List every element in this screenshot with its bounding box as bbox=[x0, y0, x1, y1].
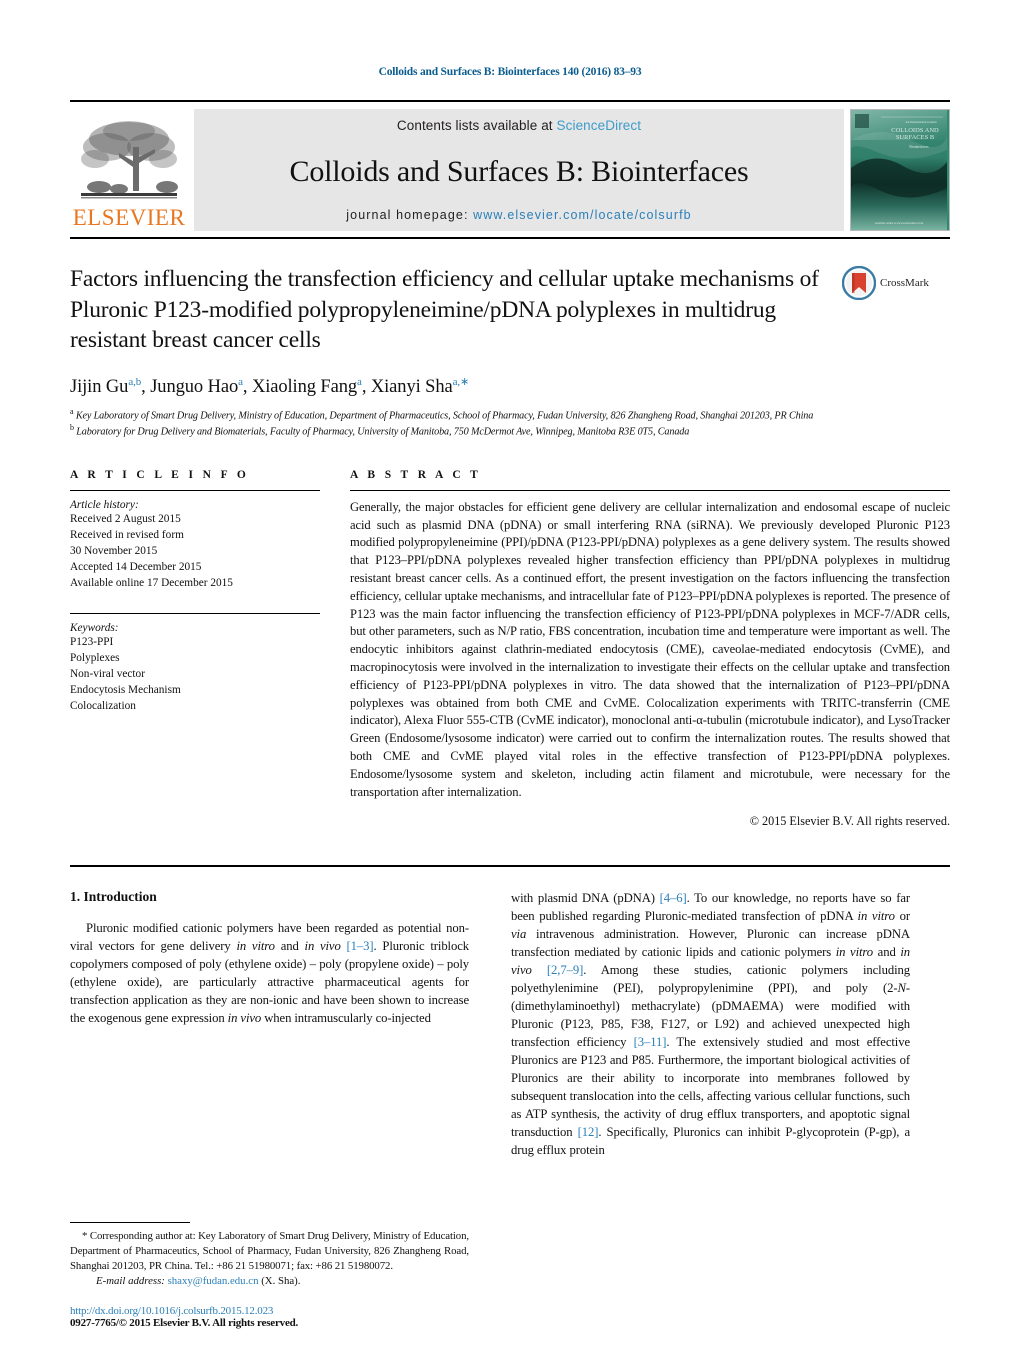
keyword-4: Colocalization bbox=[70, 699, 136, 712]
abstract-rule bbox=[350, 489, 950, 491]
affiliation-b-text: Laboratory for Drug Delivery and Biomate… bbox=[76, 426, 690, 438]
footnote-rule bbox=[70, 1222, 190, 1224]
footnote-block: * Corresponding author at: Key Laborator… bbox=[70, 1222, 469, 1329]
body-columns: 1. Introduction Pluronic modified cation… bbox=[70, 889, 950, 1159]
homepage-prefix: journal homepage: bbox=[346, 208, 474, 222]
section-number: 1. bbox=[70, 888, 81, 904]
masthead-center-panel: Contents lists available at ScienceDirec… bbox=[194, 109, 844, 231]
elsevier-tree-icon bbox=[81, 121, 178, 199]
article-history-label: Article history: bbox=[70, 498, 139, 511]
svg-text:An International Journal: An International Journal bbox=[905, 120, 936, 124]
elsevier-wordmark: ELSEVIER bbox=[72, 205, 186, 230]
doi-link[interactable]: http://dx.doi.org/10.1016/j.colsurfb.201… bbox=[70, 1305, 469, 1317]
svg-text:COLLOIDS AND: COLLOIDS AND bbox=[891, 127, 939, 134]
email-note: E-mail address: shaxy@fudan.edu.cn (X. S… bbox=[70, 1274, 469, 1289]
article-history-2: 30 November 2015 bbox=[70, 544, 158, 557]
body-column-left: 1. Introduction Pluronic modified cation… bbox=[70, 889, 469, 1159]
journal-title: Colloids and Surfaces B: Biointerfaces bbox=[289, 154, 749, 188]
keyword-0: P123-PPI bbox=[70, 635, 114, 648]
article-info-heading: A R T I C L E I N F O bbox=[70, 468, 250, 481]
article-info-rule bbox=[70, 489, 320, 491]
keywords-rule bbox=[70, 612, 320, 614]
body-column-right: with plasmid DNA (pDNA) [4–6]. To our kn… bbox=[511, 889, 910, 1159]
journal-cover-art: An International Journal COLLOIDS AND SU… bbox=[851, 110, 947, 230]
affiliations: a Key Laboratory of Smart Drug Delivery,… bbox=[70, 407, 950, 439]
affiliation-a: a Key Laboratory of Smart Drug Delivery,… bbox=[70, 406, 814, 422]
article-history-4: Available online 17 December 2015 bbox=[70, 576, 233, 589]
affiliation-b: b Laboratory for Drug Delivery and Bioma… bbox=[70, 422, 690, 438]
svg-text:Biointerfaces: Biointerfaces bbox=[909, 145, 929, 149]
intro-paragraph-right: with plasmid DNA (pDNA) [4–6]. To our kn… bbox=[511, 890, 911, 1157]
contents-prefix: Contents lists available at bbox=[396, 118, 557, 133]
keywords-block: Keywords: P123-PPI Polyplexes Non-viral … bbox=[70, 612, 320, 714]
journal-cover-thumbnail: An International Journal COLLOIDS AND SU… bbox=[850, 109, 950, 231]
crossmark-badge[interactable]: CrossMark bbox=[842, 266, 950, 300]
sciencedirect-link[interactable]: ScienceDirect bbox=[557, 118, 642, 133]
issn-copyright-line: 0927-7765/© 2015 Elsevier B.V. All right… bbox=[70, 1317, 299, 1329]
corresponding-author-note: * Corresponding author at: Key Laborator… bbox=[70, 1230, 469, 1273]
intro-paragraph-left: Pluronic modified cationic polymers have… bbox=[70, 920, 470, 1025]
author-list: Jijin Gua,b, Junguo Haoa, Xiaoling Fanga… bbox=[70, 375, 470, 397]
keyword-2: Non-viral vector bbox=[70, 667, 145, 680]
journal-homepage-line: journal homepage: www.elsevier.com/locat… bbox=[194, 208, 844, 222]
section-name: Introduction bbox=[83, 888, 157, 904]
section-title-introduction: 1. Introduction bbox=[70, 889, 469, 905]
email-label: E-mail address: bbox=[96, 1275, 165, 1288]
title-block: Factors influencing the transfection eff… bbox=[70, 264, 950, 439]
affiliation-a-text: Key Laboratory of Smart Drug Delivery, M… bbox=[75, 410, 814, 422]
svg-text:Available online at www.scienc: Available online at www.sciencedirect.co… bbox=[875, 222, 924, 225]
abstract-text: Generally, the major obstacles for effic… bbox=[350, 499, 950, 799]
info-abstract-row: A R T I C L E I N F O Article history: R… bbox=[70, 469, 950, 829]
abstract-column: A B S T R A C T Generally, the major obs… bbox=[350, 469, 950, 829]
page-title: Factors influencing the transfection eff… bbox=[70, 266, 819, 354]
contents-available-line: Contents lists available at ScienceDirec… bbox=[194, 118, 844, 133]
body-top-rule bbox=[70, 864, 950, 867]
abstract-heading: A B S T R A C T bbox=[350, 468, 482, 481]
journal-homepage-link[interactable]: www.elsevier.com/locate/colsurfb bbox=[473, 208, 692, 222]
running-head: Colloids and Surfaces B: Biointerfaces 1… bbox=[378, 66, 642, 78]
keyword-3: Endocytosis Mechanism bbox=[70, 683, 181, 696]
email-suffix: (X. Sha). bbox=[261, 1275, 301, 1288]
elsevier-logo: ELSEVIER bbox=[70, 109, 188, 231]
article-history-1: Received in revised form bbox=[70, 528, 184, 541]
article-info-column: A R T I C L E I N F O Article history: R… bbox=[70, 469, 350, 829]
crossmark-icon bbox=[842, 266, 876, 300]
crossmark-label: CrossMark bbox=[880, 277, 929, 289]
article-page: Colloids and Surfaces B: Biointerfaces 1… bbox=[0, 0, 1020, 1351]
article-history-3: Accepted 14 December 2015 bbox=[70, 560, 202, 573]
journal-masthead: ELSEVIER Contents lists available at Sci… bbox=[70, 100, 950, 231]
keywords-label: Keywords: bbox=[70, 621, 119, 634]
email-link[interactable]: shaxy@fudan.edu.cn bbox=[168, 1275, 259, 1287]
article-history-0: Received 2 August 2015 bbox=[70, 512, 181, 525]
keyword-1: Polyplexes bbox=[70, 651, 120, 664]
svg-text:SURFACES B: SURFACES B bbox=[896, 134, 935, 141]
abstract-copyright: © 2015 Elsevier B.V. All rights reserved… bbox=[749, 813, 950, 828]
masthead-bottom-rule bbox=[70, 237, 950, 239]
